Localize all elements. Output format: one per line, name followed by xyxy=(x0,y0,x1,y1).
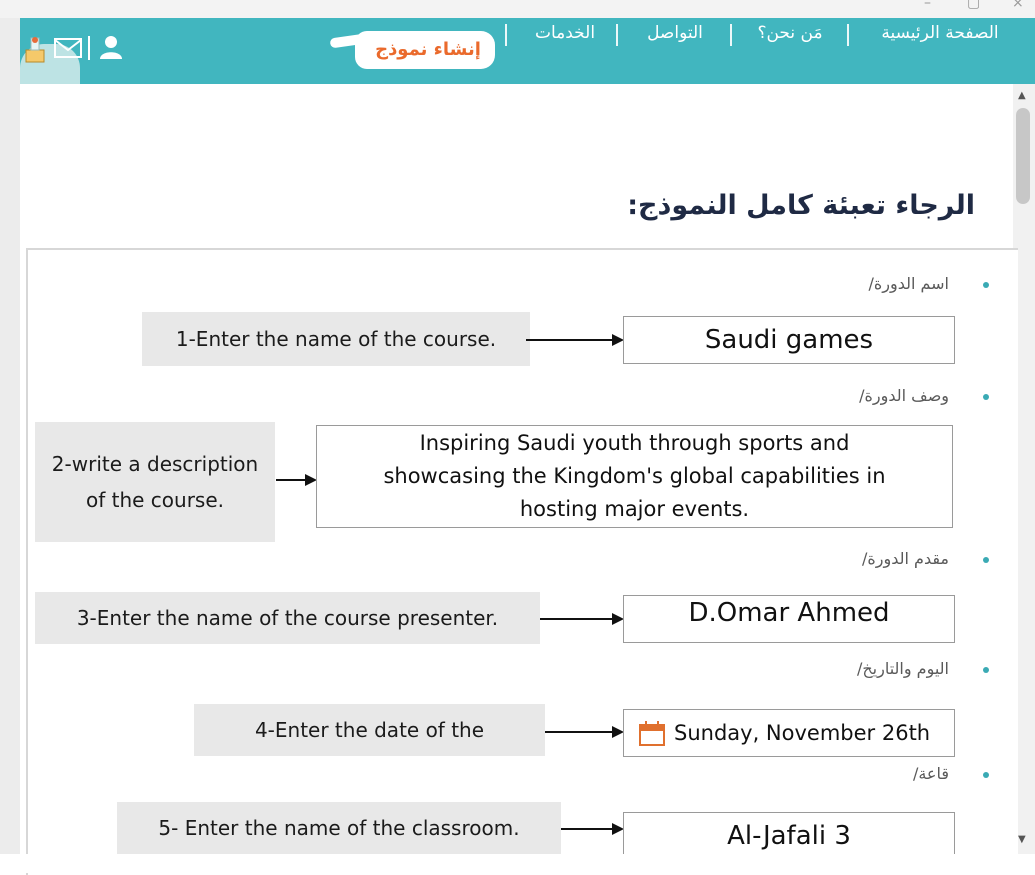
nav-contact[interactable]: التواصل xyxy=(630,0,720,66)
date-value: Sunday, November 26th xyxy=(674,721,931,745)
nav-separator xyxy=(847,24,849,46)
nav-home[interactable]: الصفحة الرئيسية xyxy=(860,0,1020,66)
field-bullet xyxy=(983,394,989,400)
field-bullet xyxy=(983,667,989,673)
field-bullet xyxy=(983,557,989,563)
field-bullet xyxy=(983,282,989,288)
nav-services[interactable]: الخدمات xyxy=(520,0,610,66)
instruction-course-description: 2-write a description of the course. xyxy=(35,422,275,542)
arrow-line xyxy=(276,479,306,481)
scroll-up-arrow-icon[interactable]: ▲ xyxy=(1018,90,1026,101)
user-icon[interactable] xyxy=(98,34,124,64)
course-presenter-input[interactable]: D.Omar Ahmed xyxy=(623,595,955,643)
window-bottom-edge xyxy=(0,854,1035,873)
nav-icon-divider xyxy=(88,36,90,60)
nav-create-form[interactable]: إنشاء نموذج xyxy=(366,31,490,69)
classroom-input[interactable]: Al-Jafali 3 xyxy=(623,812,955,860)
instruction-date: 4-Enter the date of the xyxy=(194,704,545,756)
instruction-course-presenter: 3-Enter the name of the course presenter… xyxy=(35,592,540,644)
scrollbar-thumb[interactable] xyxy=(1016,108,1030,204)
course-description-textarea[interactable]: Inspiring Saudi youth through sports and… xyxy=(316,425,953,528)
field-bullet xyxy=(983,772,989,778)
day-date-label: اليوم والتاريخ/ xyxy=(856,659,949,678)
instruction-classroom: 5- Enter the name of the classroom. xyxy=(117,802,561,854)
course-description-label: وصف الدورة/ xyxy=(859,386,949,405)
nav-separator xyxy=(505,24,507,46)
course-name-label: اسم الدورة/ xyxy=(868,274,949,293)
certificate-icon[interactable] xyxy=(22,34,48,68)
nav-about-us[interactable]: مَن نحن؟ xyxy=(744,0,836,66)
arrow-line xyxy=(526,339,612,341)
mail-icon[interactable] xyxy=(54,37,82,63)
calendar-icon[interactable] xyxy=(638,719,666,751)
nav-separator xyxy=(616,24,618,46)
classroom-label: قاعة/ xyxy=(912,764,949,783)
course-name-input[interactable]: Saudi games xyxy=(623,316,955,364)
arrow-line xyxy=(561,828,612,830)
window-left-edge xyxy=(0,18,20,873)
nav-separator xyxy=(730,24,732,46)
page-title: الرجاء تعبئة كامل النموذج: xyxy=(627,190,975,221)
scroll-down-arrow-icon[interactable]: ▼ xyxy=(1018,834,1026,845)
date-picker-input[interactable]: Sunday, November 26th xyxy=(623,709,955,757)
instruction-course-name: 1-Enter the name of the course. xyxy=(142,312,530,366)
arrow-line xyxy=(540,618,612,620)
arrow-line xyxy=(545,731,612,733)
course-presenter-label: مقدم الدورة/ xyxy=(862,549,949,568)
